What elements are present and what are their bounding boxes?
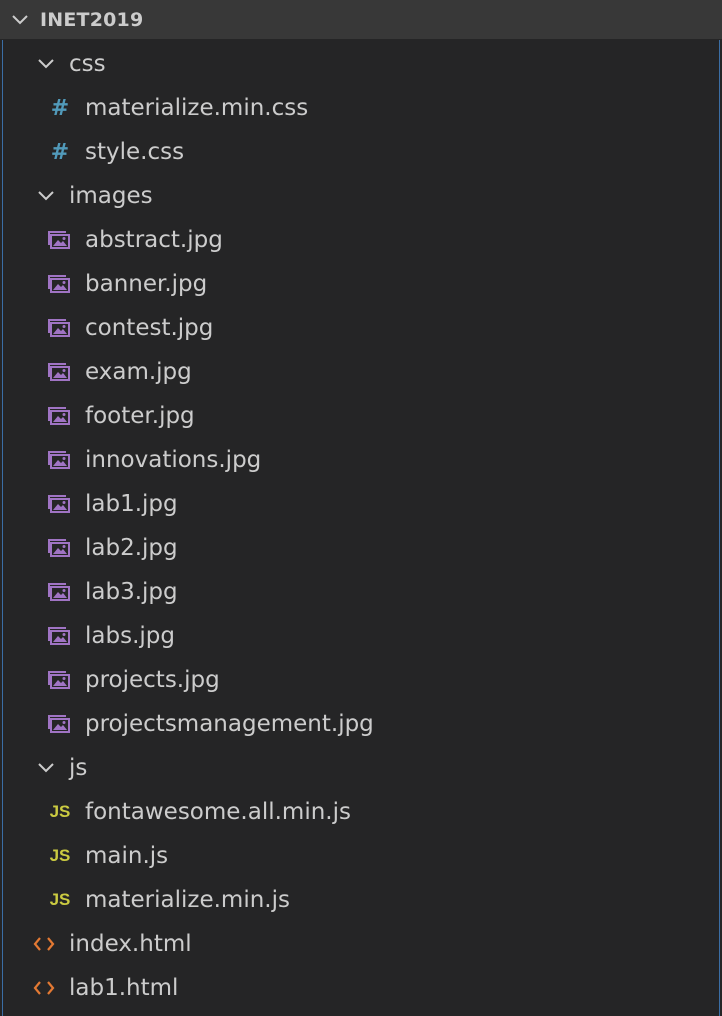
- file-label: projectsmanagement.jpg: [85, 711, 374, 737]
- file-item-materialize-min-css[interactable]: # materialize.min.css: [3, 86, 719, 130]
- image-icon: [48, 272, 72, 296]
- image-icon: [48, 624, 72, 648]
- file-item-projectsmanagement-jpg[interactable]: projectsmanagement.jpg: [3, 702, 719, 746]
- code-brackets-icon: [32, 932, 56, 956]
- file-label: contest.jpg: [85, 315, 214, 341]
- image-icon: [48, 228, 72, 252]
- file-label: lab3.jpg: [85, 579, 178, 605]
- file-item-index-html[interactable]: index.html: [3, 922, 719, 966]
- file-label: main.js: [85, 843, 169, 869]
- file-item-lab1-jpg[interactable]: lab1.jpg: [3, 482, 719, 526]
- hash-icon: #: [50, 139, 70, 165]
- file-item-exam-jpg[interactable]: exam.jpg: [3, 350, 719, 394]
- file-item-labs-jpg[interactable]: labs.jpg: [3, 614, 719, 658]
- image-icon: [48, 580, 72, 604]
- js-icon: JS: [49, 846, 71, 865]
- folder-js[interactable]: js: [3, 746, 719, 790]
- hash-icon: #: [50, 95, 70, 121]
- folder-images[interactable]: images: [3, 174, 719, 218]
- image-icon: [48, 536, 72, 560]
- file-label: footer.jpg: [85, 403, 195, 429]
- js-icon: JS: [49, 890, 71, 909]
- file-item-banner-jpg[interactable]: banner.jpg: [3, 262, 719, 306]
- chevron-down-icon[interactable]: [34, 52, 58, 76]
- image-icon: [48, 404, 72, 428]
- file-label: lab1.jpg: [85, 491, 178, 517]
- file-label: index.html: [69, 931, 192, 957]
- image-icon: [48, 712, 72, 736]
- image-icon: [48, 492, 72, 516]
- workspace-root-title: INET2019: [40, 8, 144, 31]
- chevron-down-icon[interactable]: [34, 184, 58, 208]
- file-item-lab2-jpg[interactable]: lab2.jpg: [3, 526, 719, 570]
- file-item-fontawesome-all-min-js[interactable]: JS fontawesome.all.min.js: [3, 790, 719, 834]
- image-icon: [48, 360, 72, 384]
- file-item-contest-jpg[interactable]: contest.jpg: [3, 306, 719, 350]
- file-label: lab1.html: [69, 975, 179, 1001]
- file-item-main-js[interactable]: JS main.js: [3, 834, 719, 878]
- file-label: labs.jpg: [85, 623, 175, 649]
- file-label: projects.jpg: [85, 667, 220, 693]
- file-label: lab2.jpg: [85, 535, 178, 561]
- folder-label: css: [69, 51, 106, 77]
- code-brackets-icon: [32, 976, 56, 1000]
- file-label: innovations.jpg: [85, 447, 262, 473]
- file-item-projects-jpg[interactable]: projects.jpg: [3, 658, 719, 702]
- explorer-section-header[interactable]: INET2019: [0, 0, 722, 39]
- file-label: style.css: [85, 139, 185, 165]
- file-item-materialize-min-js[interactable]: JS materialize.min.js: [3, 878, 719, 922]
- file-item-lab3-jpg[interactable]: lab3.jpg: [3, 570, 719, 614]
- file-item-lab1-html[interactable]: lab1.html: [3, 966, 719, 1010]
- file-label: banner.jpg: [85, 271, 208, 297]
- image-icon: [48, 448, 72, 472]
- file-label: abstract.jpg: [85, 227, 223, 253]
- file-item-footer-jpg[interactable]: footer.jpg: [3, 394, 719, 438]
- js-icon: JS: [49, 802, 71, 821]
- folder-css[interactable]: css: [3, 42, 719, 86]
- file-tree: css # materialize.min.css # style.css im…: [2, 40, 720, 1016]
- file-item-style-css[interactable]: # style.css: [3, 130, 719, 174]
- folder-label: images: [69, 183, 153, 209]
- folder-label: js: [69, 755, 88, 781]
- file-item-abstract-jpg[interactable]: abstract.jpg: [3, 218, 719, 262]
- file-label: fontawesome.all.min.js: [85, 799, 351, 825]
- chevron-down-icon[interactable]: [34, 756, 58, 780]
- file-label: exam.jpg: [85, 359, 192, 385]
- image-icon: [48, 316, 72, 340]
- image-icon: [48, 668, 72, 692]
- chevron-down-icon[interactable]: [0, 0, 40, 39]
- file-item-innovations-jpg[interactable]: innovations.jpg: [3, 438, 719, 482]
- file-label: materialize.min.js: [85, 887, 290, 913]
- file-label: materialize.min.css: [85, 95, 309, 121]
